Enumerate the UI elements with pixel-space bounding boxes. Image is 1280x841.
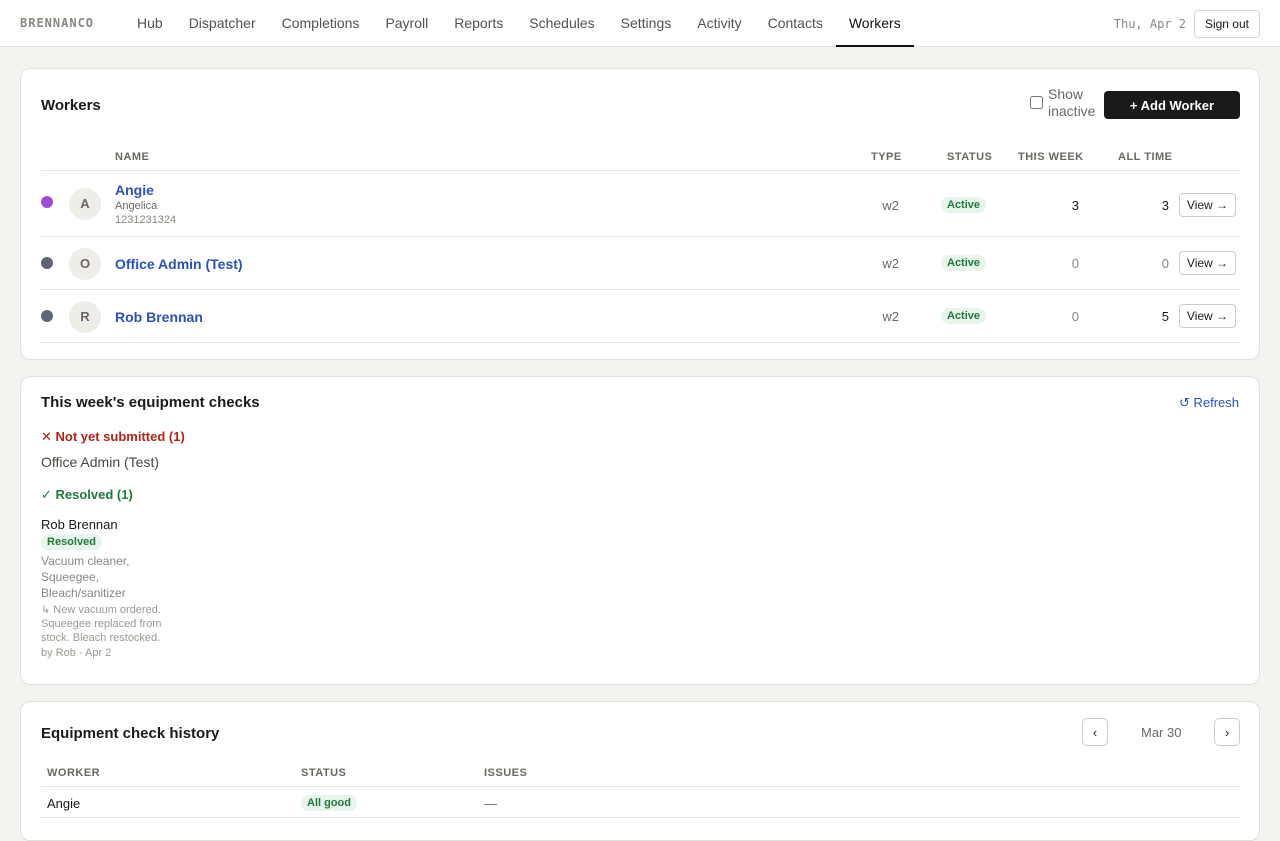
history-status-badge: All good: [301, 795, 357, 811]
col-header-type: TYPE: [871, 151, 902, 163]
this-week-count: 0: [1071, 309, 1079, 324]
worker-color-dot: [41, 310, 53, 322]
worker-type: w2: [882, 256, 899, 271]
nav-link-hub[interactable]: Hub: [124, 0, 176, 47]
all-time-count: 3: [1161, 198, 1169, 213]
week-label: Mar 30: [1141, 725, 1182, 740]
resolved-worker: Rob Brennan: [41, 517, 118, 532]
top-nav: BRENNANCO Hub Dispatcher Completions Pay…: [0, 0, 1280, 47]
col-header-issues: ISSUES: [484, 767, 528, 779]
avatar: R: [69, 301, 101, 333]
history-issues: —: [484, 796, 497, 811]
col-header-name: NAME: [115, 151, 150, 163]
col-header-status: STATUS: [301, 767, 347, 779]
resolved-heading: ✓ Resolved (1): [41, 487, 133, 502]
refresh-link[interactable]: ↺ Refresh: [1179, 395, 1239, 411]
equipment-checks-card: This week's equipment checks ↺ Refresh ✕…: [20, 376, 1260, 685]
show-inactive-checkbox[interactable]: [1030, 96, 1043, 109]
resolved-badge: Resolved: [41, 534, 102, 550]
col-header-all-time: ALL TIME: [1118, 151, 1173, 163]
nav-link-schedules[interactable]: Schedules: [516, 0, 607, 47]
sign-out-button[interactable]: Sign out: [1193, 10, 1260, 38]
this-week-count: 0: [1071, 256, 1079, 271]
worker-phone: 1231231324: [115, 214, 177, 226]
col-header-status: STATUS: [947, 151, 993, 163]
view-worker-button[interactable]: View →: [1179, 193, 1236, 217]
nav-link-completions[interactable]: Completions: [269, 0, 373, 47]
avatar: O: [69, 248, 101, 280]
resolved-items: Vacuum cleaner, Squeegee, Bleach/sanitiz…: [41, 554, 130, 600]
status-badge: Active: [941, 197, 987, 213]
worker-type: w2: [882, 309, 899, 324]
all-time-count: 0: [1161, 256, 1169, 271]
nav-links: Hub Dispatcher Completions Payroll Repor…: [124, 0, 914, 47]
all-time-count: 5: [1161, 309, 1169, 324]
status-badge: Active: [941, 255, 987, 271]
worker-type: w2: [882, 198, 899, 213]
equipment-history-card: Equipment check history ‹ Mar 30 › WORKE…: [20, 701, 1260, 841]
worker-row: R Rob Brennan w2 Active 0 5 View →: [21, 290, 1259, 343]
worker-color-dot: [41, 196, 53, 208]
worker-row: A Angie Angelica 1231231324 w2 Active 3 …: [21, 171, 1259, 237]
next-week-button[interactable]: ›: [1214, 718, 1240, 746]
avatar: A: [69, 188, 101, 220]
view-worker-button[interactable]: View →: [1179, 304, 1236, 328]
equipment-title: This week's equipment checks: [41, 394, 260, 411]
current-date: Thu, Apr 2: [1113, 17, 1186, 31]
nav-link-reports[interactable]: Reports: [441, 0, 516, 47]
resolution-note: ↳ New vacuum ordered. Squeegee replaced …: [41, 604, 162, 644]
worker-name-link[interactable]: Angie: [115, 182, 154, 198]
divider: [41, 817, 1240, 818]
prev-week-button[interactable]: ‹: [1082, 718, 1108, 746]
workers-card: Workers Show inactive + Add Worker NAME …: [20, 68, 1260, 360]
nav-link-contacts[interactable]: Contacts: [755, 0, 836, 47]
worker-name-link[interactable]: Rob Brennan: [115, 309, 203, 325]
show-inactive-label: Show inactive: [1048, 86, 1096, 119]
resolution-by: by Rob · Apr 2: [41, 647, 112, 659]
worker-name-link[interactable]: Office Admin (Test): [115, 256, 243, 272]
col-header-worker: WORKER: [47, 767, 101, 779]
add-worker-button[interactable]: + Add Worker: [1104, 91, 1240, 119]
this-week-count: 3: [1071, 198, 1079, 213]
history-title: Equipment check history: [41, 725, 220, 742]
not-submitted-heading: ✕ Not yet submitted (1): [41, 429, 185, 444]
show-inactive-toggle[interactable]: Show inactive: [1030, 86, 1098, 120]
workers-title: Workers: [41, 97, 101, 114]
divider: [41, 342, 1240, 343]
nav-link-settings[interactable]: Settings: [608, 0, 685, 47]
nav-link-activity[interactable]: Activity: [684, 0, 754, 47]
status-badge: Active: [941, 308, 987, 324]
divider: [41, 786, 1240, 787]
nav-link-workers[interactable]: Workers: [835, 0, 914, 47]
not-submitted-worker: Office Admin (Test): [41, 454, 160, 470]
nav-link-payroll[interactable]: Payroll: [372, 0, 441, 47]
col-header-this-week: THIS WEEK: [1018, 151, 1084, 163]
view-worker-button[interactable]: View →: [1179, 251, 1236, 275]
worker-full-name: Angelica: [115, 200, 158, 212]
history-worker: Angie: [47, 796, 81, 811]
nav-link-dispatcher[interactable]: Dispatcher: [176, 0, 269, 47]
worker-color-dot: [41, 257, 53, 269]
brand-logo[interactable]: BRENNANCO: [20, 16, 94, 30]
worker-row: O Office Admin (Test) w2 Active 0 0 View…: [21, 237, 1259, 290]
